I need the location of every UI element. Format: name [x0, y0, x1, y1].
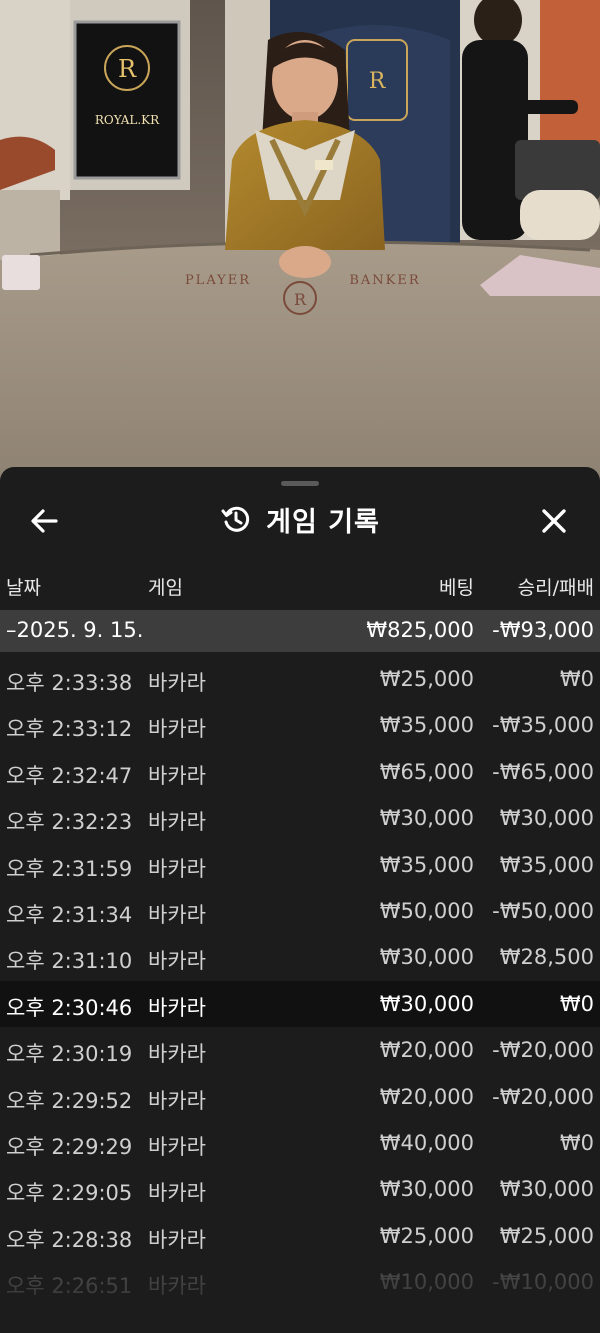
row-game: 바카라: [148, 1181, 206, 1206]
row-bet: ₩30,000: [379, 991, 474, 1016]
row-game: 바카라: [148, 810, 206, 835]
sheet-title-group: 게임 기록: [0, 493, 600, 545]
row-result: -₩50,000: [492, 898, 594, 923]
row-time: 오후 2:33:38: [6, 671, 133, 695]
row-time: 오후 2:32:23: [6, 810, 133, 835]
row-bet: ₩40,000: [379, 1130, 474, 1155]
close-icon: [542, 509, 566, 533]
history-row[interactable]: 오후 2:33:12 바카라 ₩35,000 -₩35,000: [0, 702, 600, 748]
back-button[interactable]: [26, 503, 62, 539]
history-row[interactable]: 오후 2:31:10 바카라 ₩30,000 ₩28,500: [0, 934, 600, 980]
row-result: ₩0: [559, 1130, 594, 1155]
row-bet: ₩20,000: [379, 1084, 474, 1109]
row-game: 바카라: [148, 949, 206, 974]
history-row[interactable]: 오후 2:29:52 바카라 ₩20,000 -₩20,000: [0, 1074, 600, 1120]
history-icon: [221, 506, 250, 532]
day-summary-row[interactable]: –2025. 9. 15. ₩825,000 -₩93,000: [0, 610, 600, 652]
svg-text:R: R: [294, 290, 307, 309]
column-header-result: 승리/패배: [517, 577, 594, 599]
row-bet: ₩50,000: [379, 898, 474, 923]
row-result: -₩35,000: [492, 713, 594, 738]
row-result: ₩25,000: [499, 1223, 594, 1248]
row-result: -₩20,000: [492, 1084, 594, 1109]
row-result: ₩28,500: [499, 945, 594, 970]
app-root: R ROYAL.KR R PLAYER BANKER R 게임 기록 날짜 게임…: [0, 0, 600, 1333]
row-time: 오후 2:30:19: [6, 1042, 133, 1067]
history-list[interactable]: 오후 2:33:38 바카라 ₩25,000 ₩0 오후 2:33:12 바카라 ₩35,0…: [0, 656, 600, 1305]
row-bet: ₩25,000: [379, 1223, 474, 1248]
row-game: 바카라: [148, 1227, 206, 1252]
day-summary-bet: ₩825,000: [366, 618, 474, 642]
row-bet: ₩30,000: [379, 1177, 474, 1202]
logo-text: ROYAL.KR: [95, 113, 160, 127]
column-header-game: 게임: [148, 577, 183, 599]
row-time: 오후 2:31:59: [6, 856, 133, 881]
day-summary-date: –2025. 9. 15.: [6, 618, 144, 642]
game-history-sheet: 게임 기록 날짜 게임 베팅 승리/패배 –2025. 9. 15. ₩825,…: [0, 467, 600, 1333]
row-time: 오후 2:33:12: [6, 717, 133, 742]
row-game: 바카라: [148, 671, 206, 695]
row-result: ₩30,000: [499, 806, 594, 831]
row-game: 바카라: [148, 856, 206, 881]
arrow-left-icon: [31, 509, 58, 533]
row-time: 오후 2:31:34: [6, 902, 133, 927]
row-bet: ₩35,000: [379, 713, 474, 738]
row-bet: ₩20,000: [379, 1038, 474, 1063]
row-bet: ₩30,000: [379, 806, 474, 831]
close-button[interactable]: [536, 503, 572, 539]
row-game: 바카라: [148, 902, 206, 927]
row-game: 바카라: [148, 1134, 206, 1159]
sheet-title: 게임 기록: [266, 506, 380, 538]
history-row[interactable]: 오후 2:30:19 바카라 ₩20,000 -₩20,000: [0, 1027, 600, 1073]
row-game: 바카라: [148, 1088, 206, 1113]
column-header-date: 날짜: [6, 577, 41, 599]
history-row[interactable]: 오후 2:29:05 바카라 ₩30,000 ₩30,000: [0, 1166, 600, 1212]
sheet-drag-handle[interactable]: [281, 481, 319, 486]
row-time: 오후 2:29:05: [6, 1181, 133, 1206]
history-row[interactable]: 오후 2:31:34 바카라 ₩50,000 -₩50,000: [0, 888, 600, 934]
row-time: 오후 2:30:46: [6, 995, 133, 1020]
row-result: ₩30,000: [499, 1177, 594, 1202]
row-result: ₩35,000: [499, 852, 594, 877]
history-row[interactable]: 오후 2:29:29 바카라 ₩40,000 ₩0: [0, 1120, 600, 1166]
logo-letter: R: [118, 55, 137, 83]
column-header-bet: 베팅: [439, 577, 474, 599]
row-game: 바카라: [148, 1274, 206, 1299]
history-row[interactable]: 오후 2:31:59 바카라 ₩35,000 ₩35,000: [0, 842, 600, 888]
row-bet: ₩30,000: [379, 945, 474, 970]
row-bet: ₩10,000: [379, 1270, 474, 1295]
live-stream-video[interactable]: R ROYAL.KR R PLAYER BANKER R: [0, 0, 600, 490]
live-dealer-scene: R ROYAL.KR R PLAYER BANKER R: [0, 0, 600, 490]
row-result: ₩0: [559, 667, 594, 691]
table-label-banker: BANKER: [349, 273, 420, 288]
sheet-header: 게임 기록: [0, 493, 600, 545]
row-game: 바카라: [148, 763, 206, 788]
row-time: 오후 2:29:52: [6, 1088, 133, 1113]
row-time: 오후 2:28:38: [6, 1227, 133, 1252]
row-time: 오후 2:29:29: [6, 1134, 133, 1159]
row-result: ₩0: [559, 991, 594, 1016]
row-result: -₩10,000: [492, 1270, 594, 1295]
row-result: -₩65,000: [492, 759, 594, 784]
row-game: 바카라: [148, 717, 206, 742]
svg-text:R: R: [369, 69, 387, 94]
table-label-player: PLAYER: [185, 273, 251, 288]
table-header: 날짜 게임 베팅 승리/패배: [0, 563, 600, 607]
row-game: 바카라: [148, 1042, 206, 1067]
history-row[interactable]: 오후 2:32:23 바카라 ₩30,000 ₩30,000: [0, 795, 600, 841]
row-time: 오후 2:32:47: [6, 763, 133, 788]
row-result: -₩20,000: [492, 1038, 594, 1063]
row-bet: ₩35,000: [379, 852, 474, 877]
history-row[interactable]: 오후 2:30:46 바카라 ₩30,000 ₩0: [0, 980, 600, 1028]
history-row[interactable]: 오후 2:32:47 바카라 ₩65,000 -₩65,000: [0, 749, 600, 795]
row-bet: ₩25,000: [379, 667, 474, 691]
row-time: 오후 2:31:10: [6, 949, 133, 974]
history-row[interactable]: 오후 2:28:38 바카라 ₩25,000 ₩25,000: [0, 1213, 600, 1259]
row-time: 오후 2:26:51: [6, 1274, 133, 1299]
history-row[interactable]: 오후 2:33:38 바카라 ₩25,000 ₩0: [0, 656, 600, 702]
day-summary-result: -₩93,000: [492, 618, 594, 642]
row-game: 바카라: [148, 995, 206, 1020]
history-row[interactable]: 오후 2:26:51 바카라 ₩10,000 -₩10,000: [0, 1259, 600, 1305]
row-bet: ₩65,000: [379, 759, 474, 784]
